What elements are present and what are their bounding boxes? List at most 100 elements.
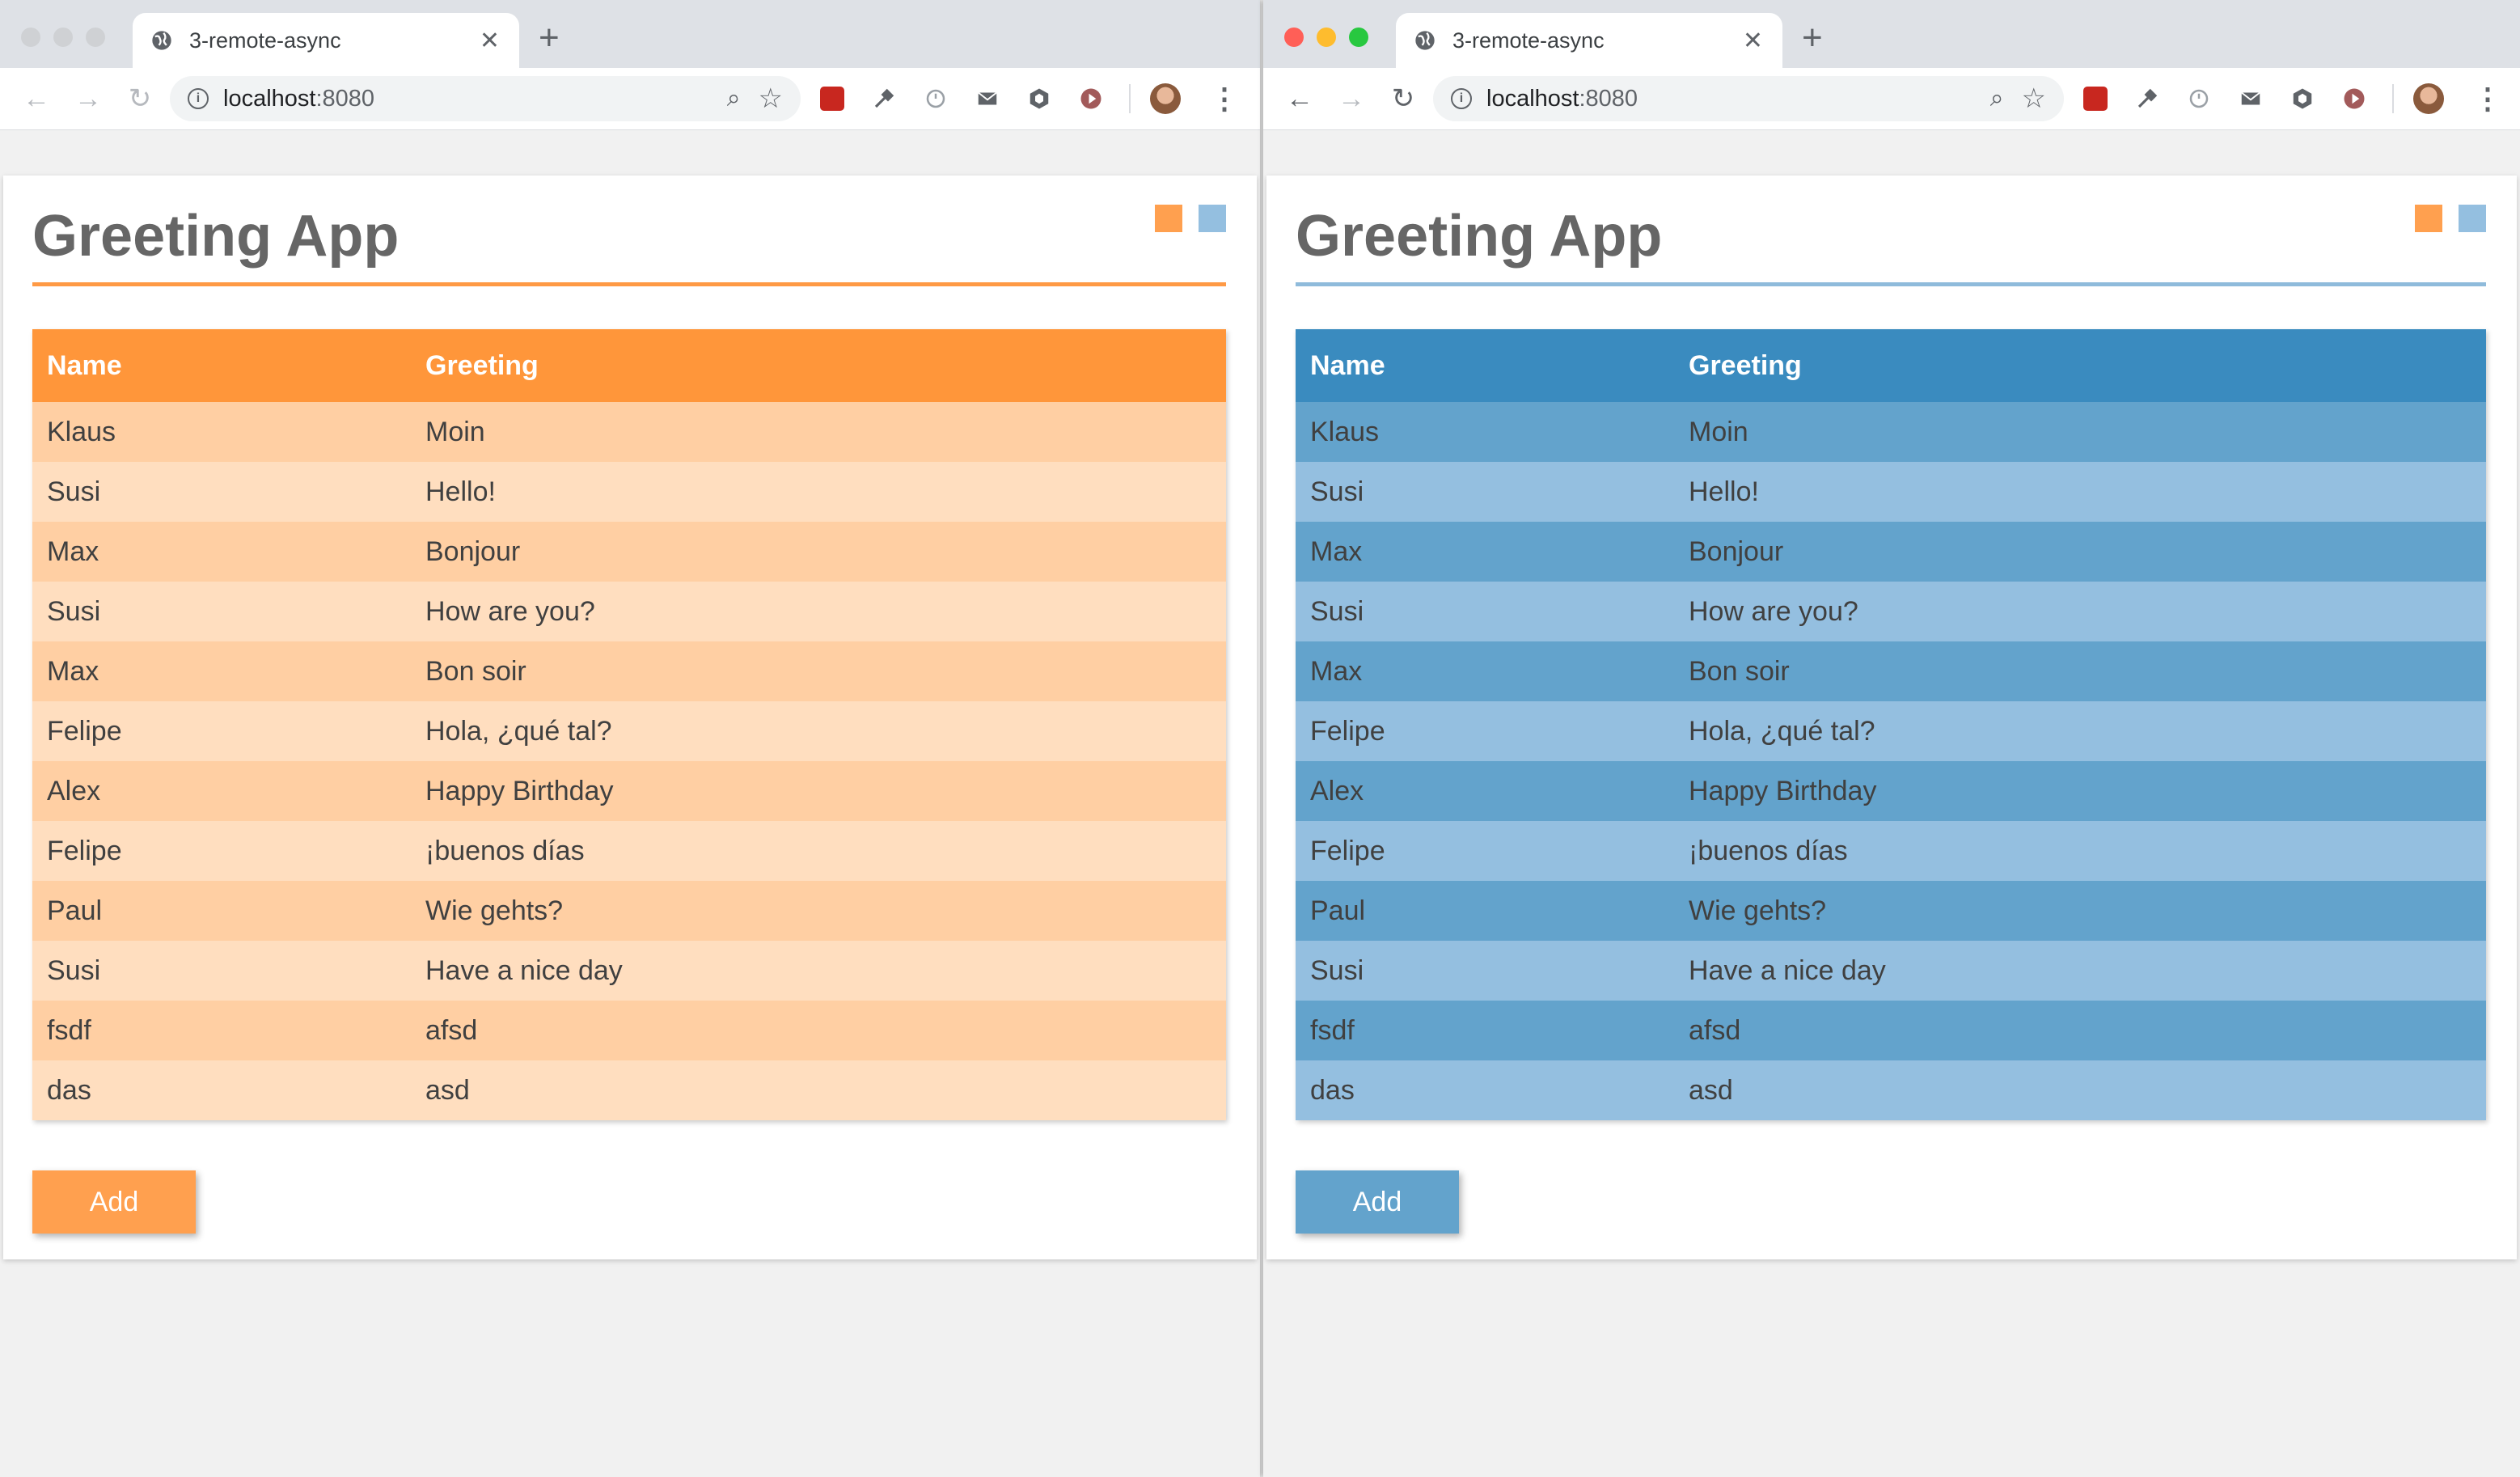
- timer-icon[interactable]: [917, 80, 954, 117]
- back-arrow-icon[interactable]: ←: [1281, 80, 1318, 117]
- reload-icon[interactable]: ↻: [1385, 80, 1422, 117]
- new-tab-button[interactable]: +: [539, 18, 560, 58]
- app-card: Greeting App Name Greeting Klaus Moin Susi…: [1266, 176, 2517, 1259]
- orange-theme-swatch[interactable]: [2415, 205, 2442, 232]
- table-row: Klaus Moin: [1296, 402, 2486, 462]
- close-tab-icon[interactable]: ✕: [480, 27, 500, 55]
- cell-name: Susi: [1310, 595, 1364, 627]
- cube-icon[interactable]: [1021, 80, 1058, 117]
- address-bar[interactable]: i localhost:8080 ⌕ ☆: [170, 76, 801, 121]
- minimize-window-button[interactable]: [1317, 28, 1336, 47]
- table-row: Susi How are you?: [32, 582, 1226, 641]
- cell-name: Max: [1310, 655, 1363, 687]
- minimize-window-button[interactable]: [53, 28, 73, 47]
- kebab-menu-icon[interactable]: ⋮: [2473, 82, 2502, 116]
- table-row: Max Bonjour: [32, 522, 1226, 582]
- profile-avatar[interactable]: [2413, 83, 2444, 114]
- browser-toolbar: ← → ↻ i localhost:8080 ⌕ ☆ ⋮: [1263, 68, 2520, 130]
- blue-theme-swatch[interactable]: [2459, 205, 2486, 232]
- cell-name: Klaus: [1310, 416, 1380, 447]
- table-row: fsdf afsd: [32, 1001, 1226, 1060]
- cell-name: fsdf: [1310, 1014, 1355, 1046]
- kebab-menu-icon[interactable]: ⋮: [1210, 82, 1239, 116]
- table-row: Susi Have a nice day: [32, 941, 1226, 1001]
- title-underline: [1296, 282, 2486, 286]
- cell-greeting: Bon soir: [1689, 655, 1790, 687]
- close-window-button[interactable]: [1284, 28, 1304, 47]
- bookmark-star-icon[interactable]: ☆: [2022, 83, 2046, 115]
- close-tab-icon[interactable]: ✕: [1743, 27, 1763, 55]
- browser-tab[interactable]: 3-remote-async ✕: [1396, 13, 1782, 68]
- cell-greeting: Bon soir: [425, 655, 526, 687]
- zoom-icon[interactable]: ⌕: [727, 85, 741, 112]
- cell-name: Alex: [47, 775, 101, 806]
- tab-strip: 3-remote-async ✕ +: [1263, 0, 2520, 68]
- browser-tab[interactable]: 3-remote-async ✕: [133, 13, 519, 68]
- zoom-window-button[interactable]: [86, 28, 105, 47]
- cell-greeting: Hello!: [425, 476, 496, 507]
- table-row: fsdf afsd: [1296, 1001, 2486, 1060]
- mail-icon[interactable]: [969, 80, 1006, 117]
- zoom-window-button[interactable]: [1349, 28, 1368, 47]
- play-icon[interactable]: [1072, 80, 1110, 117]
- table-row: Felipe ¡buenos días: [32, 821, 1226, 881]
- zoom-icon[interactable]: ⌕: [1990, 85, 2004, 112]
- red-extension-icon[interactable]: [2077, 80, 2114, 117]
- cell-name: Paul: [47, 895, 103, 926]
- timer-icon[interactable]: [2180, 80, 2218, 117]
- add-button[interactable]: Add: [1296, 1170, 1459, 1234]
- info-icon[interactable]: i: [188, 88, 209, 109]
- table-row: Susi Have a nice day: [1296, 941, 2486, 1001]
- cell-greeting: Happy Birthday: [1689, 775, 1877, 806]
- extensions-area: ⋮: [2077, 80, 2502, 117]
- eyedropper-icon[interactable]: [865, 80, 903, 117]
- window-controls: [21, 28, 105, 47]
- table-row: Felipe ¡buenos días: [1296, 821, 2486, 881]
- mail-icon[interactable]: [2232, 80, 2269, 117]
- globe-icon: [152, 31, 171, 50]
- cell-greeting: Hello!: [1689, 476, 1759, 507]
- tab-title: 3-remote-async: [1452, 28, 1605, 53]
- reload-icon[interactable]: ↻: [121, 80, 159, 117]
- greetings-table: Name Greeting Klaus Moin Susi Hello! Max Bonj…: [32, 329, 1226, 1120]
- table-row: Susi How are you?: [1296, 582, 2486, 641]
- cell-name: Max: [1310, 535, 1363, 567]
- cell-greeting: Wie gehts?: [1689, 895, 1827, 926]
- eyedropper-icon[interactable]: [2129, 80, 2166, 117]
- red-extension-icon[interactable]: [814, 80, 851, 117]
- toolbar-separator: [2392, 84, 2394, 113]
- cell-greeting: asd: [1689, 1074, 1733, 1106]
- profile-avatar[interactable]: [1150, 83, 1181, 114]
- blue-theme-swatch[interactable]: [1199, 205, 1226, 232]
- cell-name: Susi: [47, 476, 101, 507]
- cell-name: Susi: [1310, 954, 1364, 986]
- cell-name: Felipe: [47, 715, 122, 747]
- add-button[interactable]: Add: [32, 1170, 196, 1234]
- info-icon[interactable]: i: [1451, 88, 1472, 109]
- bookmark-star-icon[interactable]: ☆: [759, 83, 783, 115]
- table-row: Klaus Moin: [32, 402, 1226, 462]
- browser-toolbar: ← → ↻ i localhost:8080 ⌕ ☆ ⋮: [0, 68, 1260, 130]
- forward-arrow-icon[interactable]: →: [1333, 80, 1370, 117]
- cell-greeting: Bonjour: [1689, 535, 1784, 567]
- new-tab-button[interactable]: +: [1802, 18, 1823, 58]
- page-title: Greeting App: [32, 204, 400, 269]
- extensions-area: ⋮: [814, 80, 1239, 117]
- forward-arrow-icon[interactable]: →: [70, 80, 107, 117]
- cell-name: Paul: [1310, 895, 1366, 926]
- cell-name: Klaus: [47, 416, 116, 447]
- orange-theme-swatch[interactable]: [1155, 205, 1182, 232]
- table-row: das asd: [1296, 1060, 2486, 1120]
- table-row: Felipe Hola, ¿qué tal?: [1296, 701, 2486, 761]
- cell-greeting: Happy Birthday: [425, 775, 614, 806]
- play-icon[interactable]: [2336, 80, 2373, 117]
- back-arrow-icon[interactable]: ←: [18, 80, 55, 117]
- cube-icon[interactable]: [2284, 80, 2321, 117]
- close-window-button[interactable]: [21, 28, 40, 47]
- url-text[interactable]: localhost:8080: [1486, 86, 1990, 112]
- address-bar[interactable]: i localhost:8080 ⌕ ☆: [1433, 76, 2064, 121]
- tab-strip: 3-remote-async ✕ +: [0, 0, 1260, 68]
- url-text[interactable]: localhost:8080: [223, 86, 727, 112]
- theme-switcher: [2415, 205, 2486, 232]
- cell-greeting: Wie gehts?: [425, 895, 564, 926]
